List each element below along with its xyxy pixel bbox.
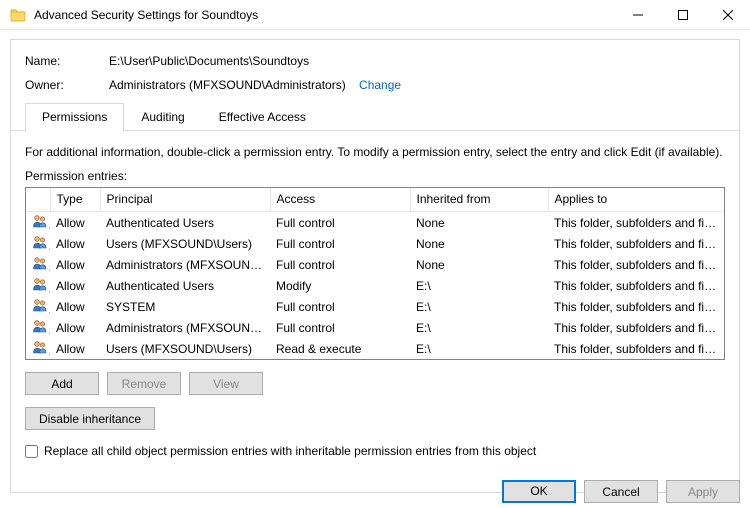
name-value: E:\User\Public\Documents\Soundtoys (109, 54, 309, 68)
cell-inherited: None (410, 212, 548, 234)
disable-inheritance-button[interactable]: Disable inheritance (25, 407, 155, 430)
cell-applies: This folder, subfolders and files (548, 317, 724, 338)
cell-applies: This folder, subfolders and files (548, 233, 724, 254)
group-icon (32, 234, 48, 250)
owner-row: Owner: Administrators (MFXSOUND\Administ… (25, 78, 725, 92)
minimize-button[interactable] (615, 0, 660, 30)
cell-inherited: E:\ (410, 317, 548, 338)
tab-strip: Permissions Auditing Effective Access (11, 102, 739, 131)
remove-button[interactable]: Remove (107, 372, 181, 395)
cell-principal: Authenticated Users (100, 275, 270, 296)
replace-child-label: Replace all child object permission entr… (44, 444, 536, 458)
title-bar: Advanced Security Settings for Soundtoys (0, 0, 750, 30)
cell-access: Full control (270, 296, 410, 317)
tab-auditing[interactable]: Auditing (124, 103, 201, 131)
tab-effective-access[interactable]: Effective Access (202, 103, 323, 131)
window-title: Advanced Security Settings for Soundtoys (34, 8, 615, 22)
table-row[interactable]: Allow Authenticated Users Modify E:\ Thi… (26, 275, 724, 296)
cell-applies: This folder, subfolders and files (548, 338, 724, 359)
cell-access: Full control (270, 254, 410, 275)
cell-type: Allow (50, 233, 100, 254)
cell-type: Allow (50, 317, 100, 338)
column-header-type[interactable]: Type (50, 188, 100, 212)
maximize-button[interactable] (660, 0, 705, 30)
cell-inherited: None (410, 233, 548, 254)
group-icon (32, 297, 48, 313)
cell-access: Full control (270, 212, 410, 234)
column-header-principal[interactable]: Principal (100, 188, 270, 212)
table-row[interactable]: Allow Administrators (MFXSOUND\... Full … (26, 254, 724, 275)
cell-principal: Users (MFXSOUND\Users) (100, 338, 270, 359)
change-owner-link[interactable]: Change (359, 78, 401, 92)
tab-permissions[interactable]: Permissions (25, 103, 124, 131)
column-header-applies[interactable]: Applies to (548, 188, 724, 212)
cell-inherited: E:\ (410, 296, 548, 317)
cell-type: Allow (50, 254, 100, 275)
add-button[interactable]: Add (25, 372, 99, 395)
cell-applies: This folder, subfolders and files (548, 212, 724, 234)
view-button[interactable]: View (189, 372, 263, 395)
table-row[interactable]: Allow Administrators (MFXSOUND\... Full … (26, 317, 724, 338)
table-row[interactable]: Allow Users (MFXSOUND\Users) Read & exec… (26, 338, 724, 359)
client-area: Name: E:\User\Public\Documents\Soundtoys… (10, 39, 740, 493)
owner-label: Owner: (25, 78, 109, 92)
group-icon (32, 318, 48, 334)
name-row: Name: E:\User\Public\Documents\Soundtoys (25, 54, 725, 68)
name-label: Name: (25, 54, 109, 68)
cell-type: Allow (50, 275, 100, 296)
group-icon (32, 339, 48, 355)
group-icon (32, 276, 48, 292)
cell-principal: SYSTEM (100, 296, 270, 317)
column-header-access[interactable]: Access (270, 188, 410, 212)
cell-access: Read & execute (270, 338, 410, 359)
dialog-footer: OK Cancel Apply (502, 480, 740, 503)
cell-inherited: E:\ (410, 338, 548, 359)
column-header-icon[interactable] (26, 188, 50, 212)
cell-applies: This folder, subfolders and files (548, 296, 724, 317)
info-text: For additional information, double-click… (25, 145, 725, 159)
close-button[interactable] (705, 0, 750, 30)
table-row[interactable]: Allow SYSTEM Full control E:\ This folde… (26, 296, 724, 317)
column-header-inherited[interactable]: Inherited from (410, 188, 548, 212)
cell-applies: This folder, subfolders and files (548, 254, 724, 275)
table-row[interactable]: Allow Authenticated Users Full control N… (26, 212, 724, 234)
group-icon (32, 213, 48, 229)
replace-child-checkbox[interactable] (25, 445, 38, 458)
owner-value: Administrators (MFXSOUND\Administrators) (109, 78, 346, 92)
cell-access: Full control (270, 317, 410, 338)
cell-access: Full control (270, 233, 410, 254)
cell-principal: Authenticated Users (100, 212, 270, 234)
cell-access: Modify (270, 275, 410, 296)
cell-type: Allow (50, 296, 100, 317)
cell-type: Allow (50, 338, 100, 359)
cell-inherited: E:\ (410, 275, 548, 296)
group-icon (32, 255, 48, 271)
ok-button[interactable]: OK (502, 480, 576, 503)
folder-icon (10, 7, 26, 23)
cell-principal: Administrators (MFXSOUND\... (100, 317, 270, 338)
cell-applies: This folder, subfolders and files (548, 275, 724, 296)
permission-table: Type Principal Access Inherited from App… (25, 187, 725, 360)
cell-principal: Users (MFXSOUND\Users) (100, 233, 270, 254)
cell-inherited: None (410, 254, 548, 275)
apply-button[interactable]: Apply (666, 480, 740, 503)
table-row[interactable]: Allow Users (MFXSOUND\Users) Full contro… (26, 233, 724, 254)
entries-label: Permission entries: (25, 169, 725, 183)
cell-type: Allow (50, 212, 100, 234)
cell-principal: Administrators (MFXSOUND\... (100, 254, 270, 275)
cancel-button[interactable]: Cancel (584, 480, 658, 503)
